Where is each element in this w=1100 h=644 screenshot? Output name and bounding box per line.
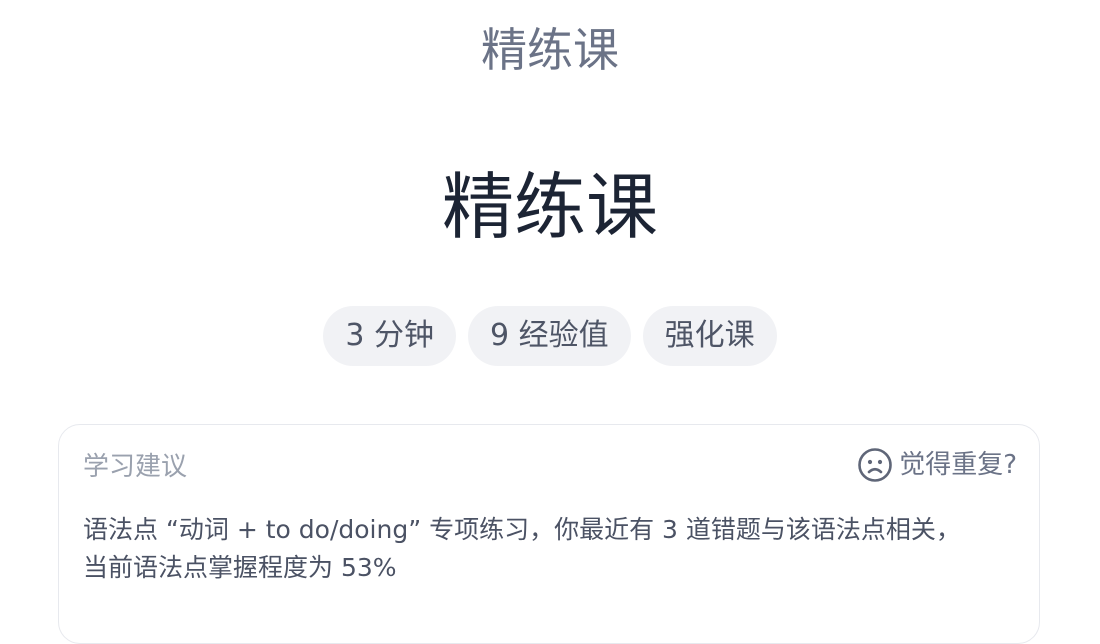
feels-repetitive-button[interactable]: 觉得重复?	[857, 447, 1017, 483]
sad-face-icon	[857, 447, 893, 483]
suggestion-line-1: 语法点 “动词 + to do/doing” 专项练习，你最近有 3 道错题与该…	[83, 515, 961, 544]
suggestion-line-2: 当前语法点掌握程度为 53%	[83, 553, 397, 582]
course-title: 精练课	[441, 165, 658, 249]
tag-duration: 3 分钟	[323, 306, 456, 366]
study-suggestion-text: 语法点 “动词 + to do/doing” 专项练习，你最近有 3 道错题与该…	[83, 511, 1023, 587]
feels-repetitive-label: 觉得重复?	[899, 450, 1017, 480]
course-tags: 3 分钟 9 经验值 强化课	[0, 306, 1100, 366]
study-suggestion-card: 学习建议 觉得重复? 语法点 “动词 + to do/doing” 专项练习，你…	[58, 424, 1040, 644]
study-suggestion-label: 学习建议	[83, 452, 188, 482]
tag-experience: 9 经验值	[468, 306, 631, 366]
tag-course-type: 强化课	[642, 306, 777, 366]
header-title: 精练课	[481, 23, 619, 77]
